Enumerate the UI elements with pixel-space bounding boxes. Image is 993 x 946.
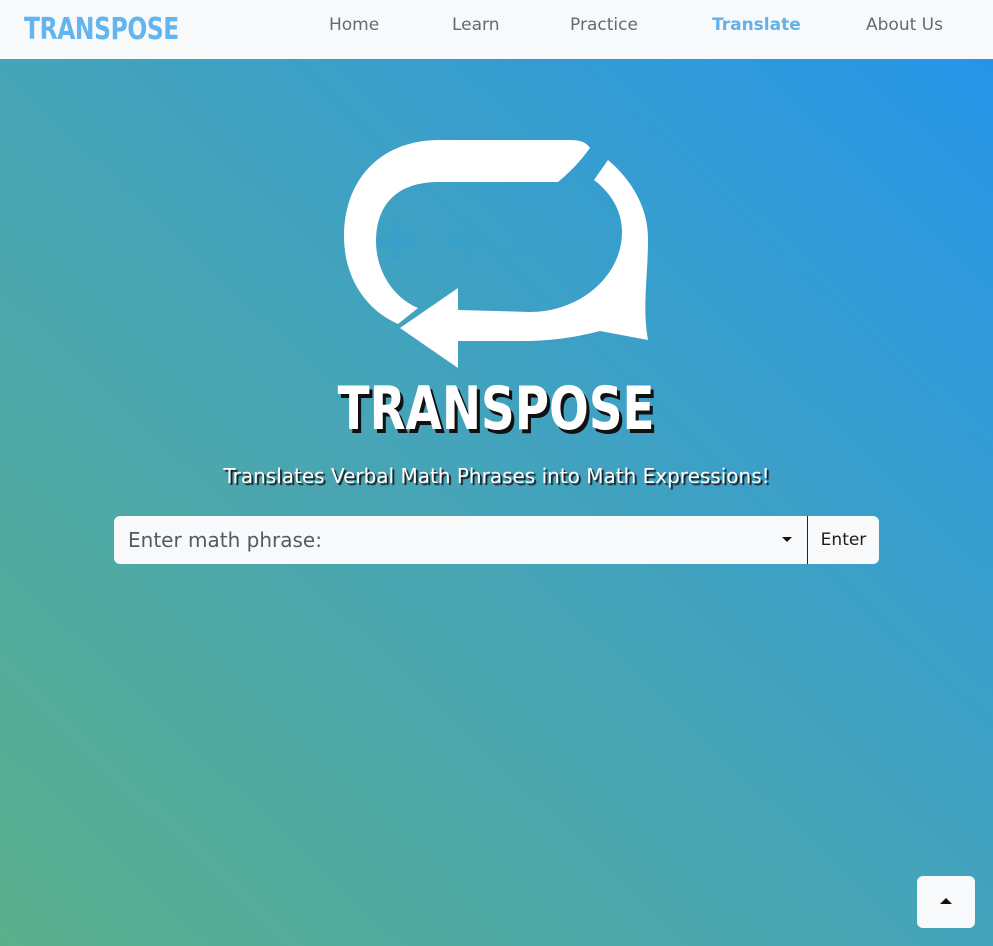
math-operators-icon [377, 218, 600, 262]
nav-link-home[interactable]: Home [329, 13, 379, 37]
nav-link-practice[interactable]: Practice [570, 13, 638, 37]
math-phrase-search-group: Enter [114, 516, 879, 564]
top-navbar: TRANSPOSE Home Learn Practice Translate … [0, 0, 993, 59]
caret-down-icon [782, 537, 792, 542]
nav-link-about-us[interactable]: About Us [866, 13, 943, 37]
brand-logo-link[interactable]: TRANSPOSE [24, 10, 179, 50]
scroll-to-top-button[interactable] [917, 876, 975, 928]
hero-title: TRANSPOSE [0, 372, 993, 446]
caret-up-icon [940, 898, 952, 904]
nav-link-translate[interactable]: Translate [712, 13, 801, 37]
enter-button[interactable]: Enter [808, 516, 879, 564]
math-phrase-input[interactable] [114, 516, 807, 564]
hero-title-text: TRANSPOSE [338, 374, 655, 444]
phrase-dropdown-toggle[interactable] [776, 530, 800, 550]
hero-subtitle: Translates Verbal Math Phrases into Math… [223, 464, 770, 488]
transpose-logo-icon [330, 128, 660, 378]
nav-link-learn[interactable]: Learn [452, 13, 500, 37]
